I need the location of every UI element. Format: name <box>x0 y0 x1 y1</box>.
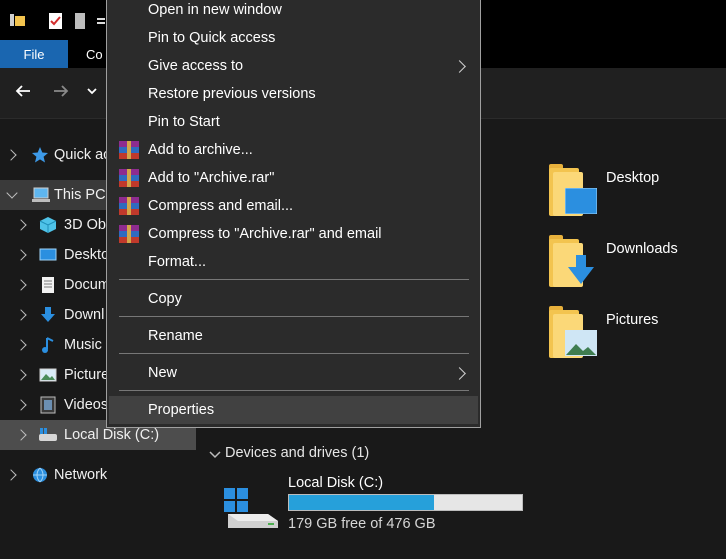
section-collapse-chevron-icon[interactable] <box>209 448 221 464</box>
submenu-arrow-icon <box>453 366 466 380</box>
drive-free-space: 179 GB free of 476 GB <box>288 516 436 532</box>
menu-item-copy[interactable]: Copy <box>107 285 480 313</box>
expand-chevron-icon[interactable] <box>15 249 27 261</box>
menu-separator <box>119 279 469 280</box>
back-arrow-icon[interactable] <box>14 82 32 104</box>
sidebar-item-label: Music <box>64 337 102 353</box>
star-icon <box>31 146 49 164</box>
menu-item-label: Format... <box>148 254 207 270</box>
menu-item-new[interactable]: New <box>107 359 480 387</box>
forward-arrow-icon[interactable] <box>52 82 70 104</box>
sidebar-item-label: Quick ac <box>54 147 111 163</box>
video-icon <box>39 396 57 414</box>
sidebar-item-label: Videos <box>64 397 109 413</box>
submenu-arrow-icon <box>453 59 466 73</box>
menu-item-label: New <box>148 365 178 381</box>
customize-toolbar-icon[interactable] <box>97 13 105 27</box>
menu-item-label: Pin to Start <box>148 114 220 130</box>
folder-downloads[interactable] <box>549 235 595 289</box>
winrar-icon <box>119 197 139 215</box>
sidebar-item-label: This PC <box>54 187 106 203</box>
cube-icon <box>39 216 57 234</box>
picture-icon <box>565 330 597 356</box>
menu-item-add-archive-rar[interactable]: Add to "Archive.rar" <box>107 164 480 192</box>
winrar-icon <box>119 141 139 159</box>
folder-label[interactable]: Pictures <box>606 312 658 328</box>
menu-item-label: Give access to <box>148 58 244 74</box>
expand-chevron-icon[interactable] <box>15 369 27 381</box>
drive-icon <box>38 426 57 444</box>
expand-chevron-icon[interactable] <box>15 309 27 321</box>
menu-item-format[interactable]: Format... <box>107 248 480 276</box>
music-icon <box>39 336 57 354</box>
menu-item-add-archive[interactable]: Add to archive... <box>107 136 480 164</box>
expand-chevron-icon[interactable] <box>5 149 17 161</box>
menu-item-pin-quick-access[interactable]: Pin to Quick access <box>107 24 480 52</box>
menu-item-label: Add to archive... <box>148 142 253 158</box>
menu-item-label: Restore previous versions <box>148 86 316 102</box>
explorer-app-icon[interactable] <box>10 12 26 28</box>
menu-item-label: Add to "Archive.rar" <box>148 170 275 186</box>
menu-item-compress-rar-email[interactable]: Compress to "Archive.rar" and email <box>107 220 480 248</box>
tab-computer[interactable]: Co <box>86 40 103 68</box>
menu-item-label: Pin to Quick access <box>148 30 276 46</box>
winrar-icon <box>119 225 139 243</box>
desktop-icon <box>39 246 57 264</box>
menu-separator <box>119 316 469 317</box>
sidebar-item-label: Local Disk (C:) <box>64 427 160 443</box>
folder-label[interactable]: Downloads <box>606 241 678 257</box>
menu-separator <box>119 353 469 354</box>
folder-desktop[interactable] <box>549 164 597 218</box>
sidebar-item-label: Downl <box>64 307 105 323</box>
menu-item-rename[interactable]: Rename <box>107 322 480 350</box>
menu-item-give-access[interactable]: Give access to <box>107 52 480 80</box>
devices-section-header[interactable]: Devices and drives (1) <box>225 445 369 461</box>
menu-item-label: Properties <box>148 402 215 418</box>
expand-chevron-icon[interactable] <box>15 279 27 291</box>
picture-icon <box>39 366 57 384</box>
drive-name: Local Disk (C:) <box>288 475 384 491</box>
network-icon <box>30 466 48 484</box>
menu-item-label: Compress and email... <box>148 198 294 214</box>
computer-icon <box>31 186 50 204</box>
download-icon <box>39 306 57 324</box>
menu-separator <box>119 390 469 391</box>
menu-item-restore-versions[interactable]: Restore previous versions <box>107 80 480 108</box>
tab-file[interactable]: File <box>0 40 68 68</box>
collapse-chevron-icon[interactable] <box>6 187 18 199</box>
folder-pictures[interactable] <box>549 306 597 360</box>
menu-item-properties[interactable]: Properties <box>109 396 478 424</box>
menu-item-label: Copy <box>148 291 182 307</box>
sidebar-item-label: Deskto <box>64 247 110 263</box>
windows-drive-icon <box>224 488 280 534</box>
menu-item-label: Compress to "Archive.rar" and email <box>148 226 382 242</box>
winrar-icon <box>119 169 139 187</box>
drive-usage-bar <box>288 494 523 511</box>
sidebar-item-label: 3D Ob <box>64 217 106 233</box>
expand-chevron-icon[interactable] <box>15 399 27 411</box>
menu-item-label: Open in new window <box>148 2 282 18</box>
expand-chevron-icon[interactable] <box>15 219 27 231</box>
menu-item-compress-email[interactable]: Compress and email... <box>107 192 480 220</box>
drive-usage-fill <box>289 495 435 510</box>
new-folder-quick-icon[interactable] <box>74 12 86 30</box>
desktop-overlay-icon <box>565 188 597 214</box>
menu-item-label: Rename <box>148 328 203 344</box>
download-icon <box>568 255 594 284</box>
sidebar-item-label: Picture <box>64 367 110 383</box>
sidebar-item-label: Network <box>54 467 108 483</box>
folder-label[interactable]: Desktop <box>606 170 659 186</box>
sidebar-item-network[interactable]: Network <box>0 460 196 490</box>
properties-quick-icon[interactable] <box>48 12 64 30</box>
expand-chevron-icon[interactable] <box>15 429 27 441</box>
recent-locations-chevron-icon[interactable] <box>86 82 98 104</box>
menu-item-pin-start[interactable]: Pin to Start <box>107 108 480 136</box>
expand-chevron-icon[interactable] <box>15 339 27 351</box>
context-menu: Open in new window Pin to Quick access G… <box>106 0 481 428</box>
sidebar-item-label: Docum <box>64 277 110 293</box>
expand-chevron-icon[interactable] <box>5 469 17 481</box>
menu-item-open-new-window[interactable]: Open in new window <box>107 0 480 24</box>
document-icon <box>39 276 57 294</box>
